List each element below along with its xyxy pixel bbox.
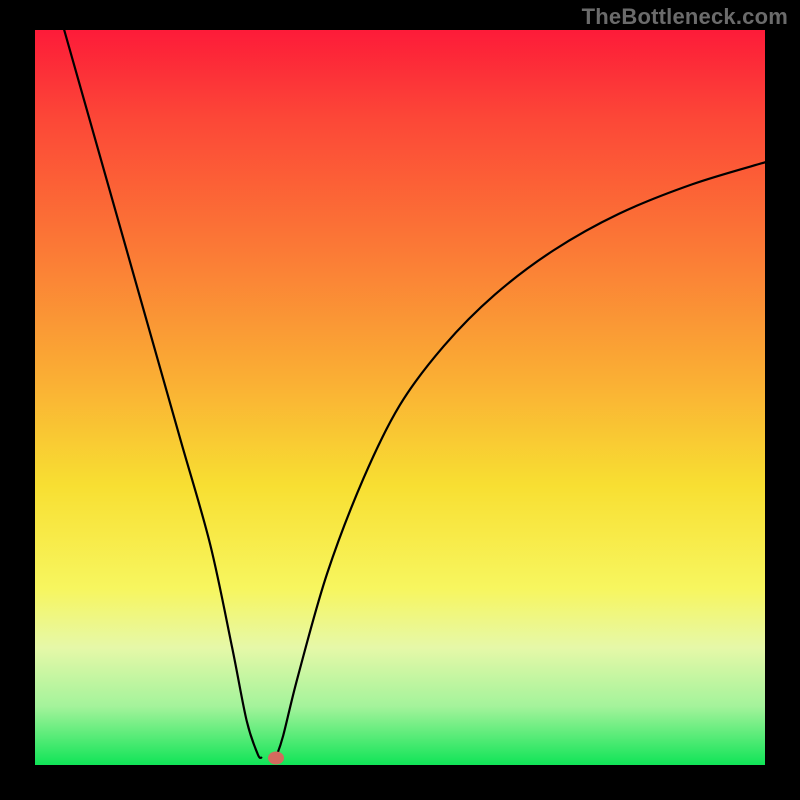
bottleneck-curve: [35, 30, 765, 765]
curve-left-branch: [64, 30, 261, 758]
curve-right-branch: [276, 162, 765, 757]
optimal-point-marker: [268, 751, 284, 764]
plot-area: [35, 30, 765, 765]
chart-frame: TheBottleneck.com: [0, 0, 800, 800]
watermark-text: TheBottleneck.com: [582, 4, 788, 30]
